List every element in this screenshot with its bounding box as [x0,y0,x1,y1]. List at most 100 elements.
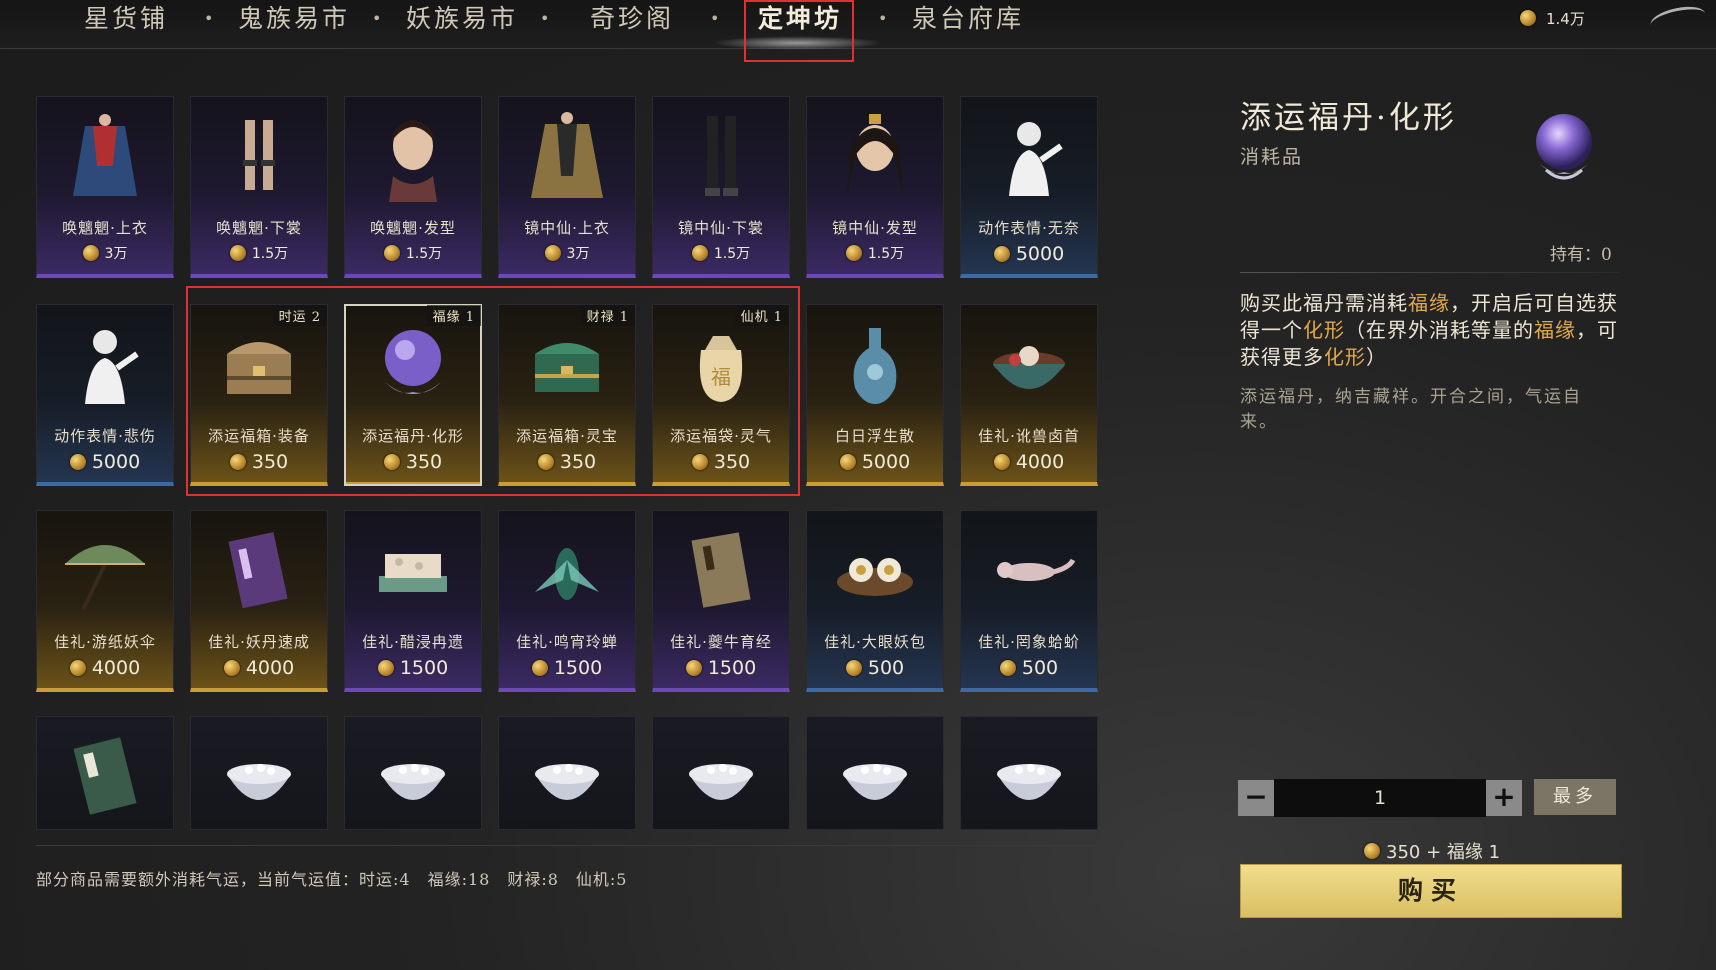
shop-item-card[interactable]: 财禄 1 添运福箱·灵宝 350 [498,304,636,486]
tab-dingkunfang[interactable]: 定坤坊 [758,0,842,40]
shop-item-card[interactable]: 唤魑魍·下裳 1.5万 [190,96,328,278]
item-price: 500 [807,657,943,679]
shop-item-card[interactable] [498,716,636,830]
quantity-input[interactable] [1274,779,1486,817]
tab-yaozu-market[interactable]: 妖族易市 [406,0,518,40]
coin-icon [993,454,1010,470]
coin-icon [999,660,1016,676]
item-price: 5000 [37,451,173,473]
item-name: 动作表情·无奈 [978,219,1080,237]
increase-button[interactable]: + [1486,780,1522,816]
item-price: 1500 [499,657,635,679]
coin-icon [383,245,400,261]
tab-qizhenge[interactable]: 奇珍阁 [590,0,674,40]
coin-icon [229,245,246,261]
item-price-value: 500 [867,657,905,679]
eggs-icon [807,511,943,629]
cicada-icon [499,511,635,629]
item-price: 3万 [37,243,173,263]
shop-item-card[interactable]: 镜中仙·发型 1.5万 [806,96,944,278]
item-price-value: 350 [559,451,597,473]
book-icon [191,511,327,629]
shop-item-card[interactable]: 佳礼·妖丹速成 4000 [190,510,328,692]
coin-icon [993,246,1010,262]
purchase-cost: 350 + 福缘 1 [1364,838,1500,864]
shop-item-card[interactable] [344,716,482,830]
item-price: 1.5万 [191,243,327,263]
tab-xinghuopu[interactable]: 星货铺 [84,0,168,40]
item-name: 唤魑魍·上衣 [62,219,148,237]
shop-item-card[interactable] [806,716,944,830]
item-name: 动作表情·悲伤 [54,427,156,445]
rice-icon [191,717,327,829]
rice-icon [807,717,943,829]
shop-item-card[interactable]: 佳礼·醋浸冉遗 1500 [344,510,482,692]
shop-item-card[interactable]: 唤魑魍·发型 1.5万 [344,96,482,278]
shop-item-card[interactable]: 佳礼·罔象蛤蚧 500 [960,510,1098,692]
fortune-requirement-tag: 时运 2 [272,305,327,326]
item-price: 1.5万 [345,243,481,263]
item-price: 4000 [191,657,327,679]
shop-item-card[interactable]: 福 仙机 1 添运福袋·灵气 350 [652,304,790,486]
shop-item-card[interactable] [190,716,328,830]
item-price: 4000 [961,451,1097,473]
umbrella-icon [37,511,173,629]
item-price-value: 1.5万 [251,246,289,262]
item-price-value: 1500 [707,657,757,679]
shop-item-card[interactable]: 白日浮生散 5000 [806,304,944,486]
tab-quantai-treasury[interactable]: 泉台府库 [912,0,1024,40]
tab-guizu-market[interactable]: 鬼族易市 [238,0,350,40]
coin-icon [685,660,702,676]
detail-title: 添运福丹·化形 [1240,100,1457,136]
shop-item-card[interactable]: 镜中仙·下裳 1.5万 [652,96,790,278]
decrease-button[interactable]: − [1238,780,1274,816]
item-name: 佳礼·醋浸冉遗 [362,633,464,651]
nav-separator: • [878,9,888,28]
shop-item-card[interactable]: 福缘 1 添运福丹·化形 350 [344,304,482,486]
shop-item-card[interactable]: 镜中仙·上衣 3万 [498,96,636,278]
shop-item-card[interactable]: 动作表情·悲伤 5000 [36,304,174,486]
coin-icon [845,245,862,261]
item-name: 添运福箱·灵宝 [516,427,618,445]
shop-item-card[interactable]: 佳礼·鸣宵玲蝉 1500 [498,510,636,692]
item-price-value: 5000 [91,451,141,473]
bowl-icon [961,305,1097,423]
shop-item-card[interactable]: 时运 2 添运福箱·装备 350 [190,304,328,486]
shop-item-card[interactable] [652,716,790,830]
shop-item-card[interactable] [960,716,1098,830]
close-swoosh-icon[interactable] [1648,2,1708,37]
head-icon [345,97,481,215]
coin-icon [69,454,86,470]
divider [36,845,1096,846]
item-name: 佳礼·妖丹速成 [208,633,310,651]
shop-item-card[interactable]: 佳礼·夔牛育经 1500 [652,510,790,692]
item-name: 镜中仙·下裳 [678,219,764,237]
shop-item-card[interactable]: 佳礼·大眼妖包 500 [806,510,944,692]
shop-item-card[interactable]: 动作表情·无奈 5000 [960,96,1098,278]
coin-icon [544,245,561,261]
item-price: 4000 [37,657,173,679]
robe2-icon [499,97,635,215]
coin-icon [383,454,400,470]
nav-separator: • [540,9,550,28]
fortune-footnote: 部分商品需要额外消耗气运，当前气运值：时运:4 福缘:18 财禄:8 仙机:5 [36,870,628,889]
item-name: 镜中仙·发型 [832,219,918,237]
item-name: 镜中仙·上衣 [524,219,610,237]
coin-icon [845,660,862,676]
coin-icon [1364,843,1380,859]
item-price: 350 [191,451,327,473]
shop-item-card[interactable]: 唤魑魍·上衣 3万 [36,96,174,278]
shop-item-card[interactable] [36,716,174,830]
item-price-value: 4000 [1015,451,1065,473]
top-nav: 星货铺 • 鬼族易市 • 妖族易市 • 奇珍阁 • 定坤坊 • 泉台府库 1.4… [0,0,1716,50]
shop-item-card[interactable]: 佳礼·游纸妖伞 4000 [36,510,174,692]
highlight-keyword: 福缘 [1408,291,1450,315]
fortune-requirement-tag: 财禄 1 [580,305,635,326]
buy-button[interactable]: 购买 [1240,864,1622,918]
max-quantity-button[interactable]: 最多 [1534,779,1616,815]
figure-icon [961,97,1097,215]
item-name: 佳礼·游纸妖伞 [54,633,156,651]
item-price: 350 [345,451,481,473]
item-price-value: 350 [405,451,443,473]
shop-item-card[interactable]: 佳礼·讹兽卤首 4000 [960,304,1098,486]
